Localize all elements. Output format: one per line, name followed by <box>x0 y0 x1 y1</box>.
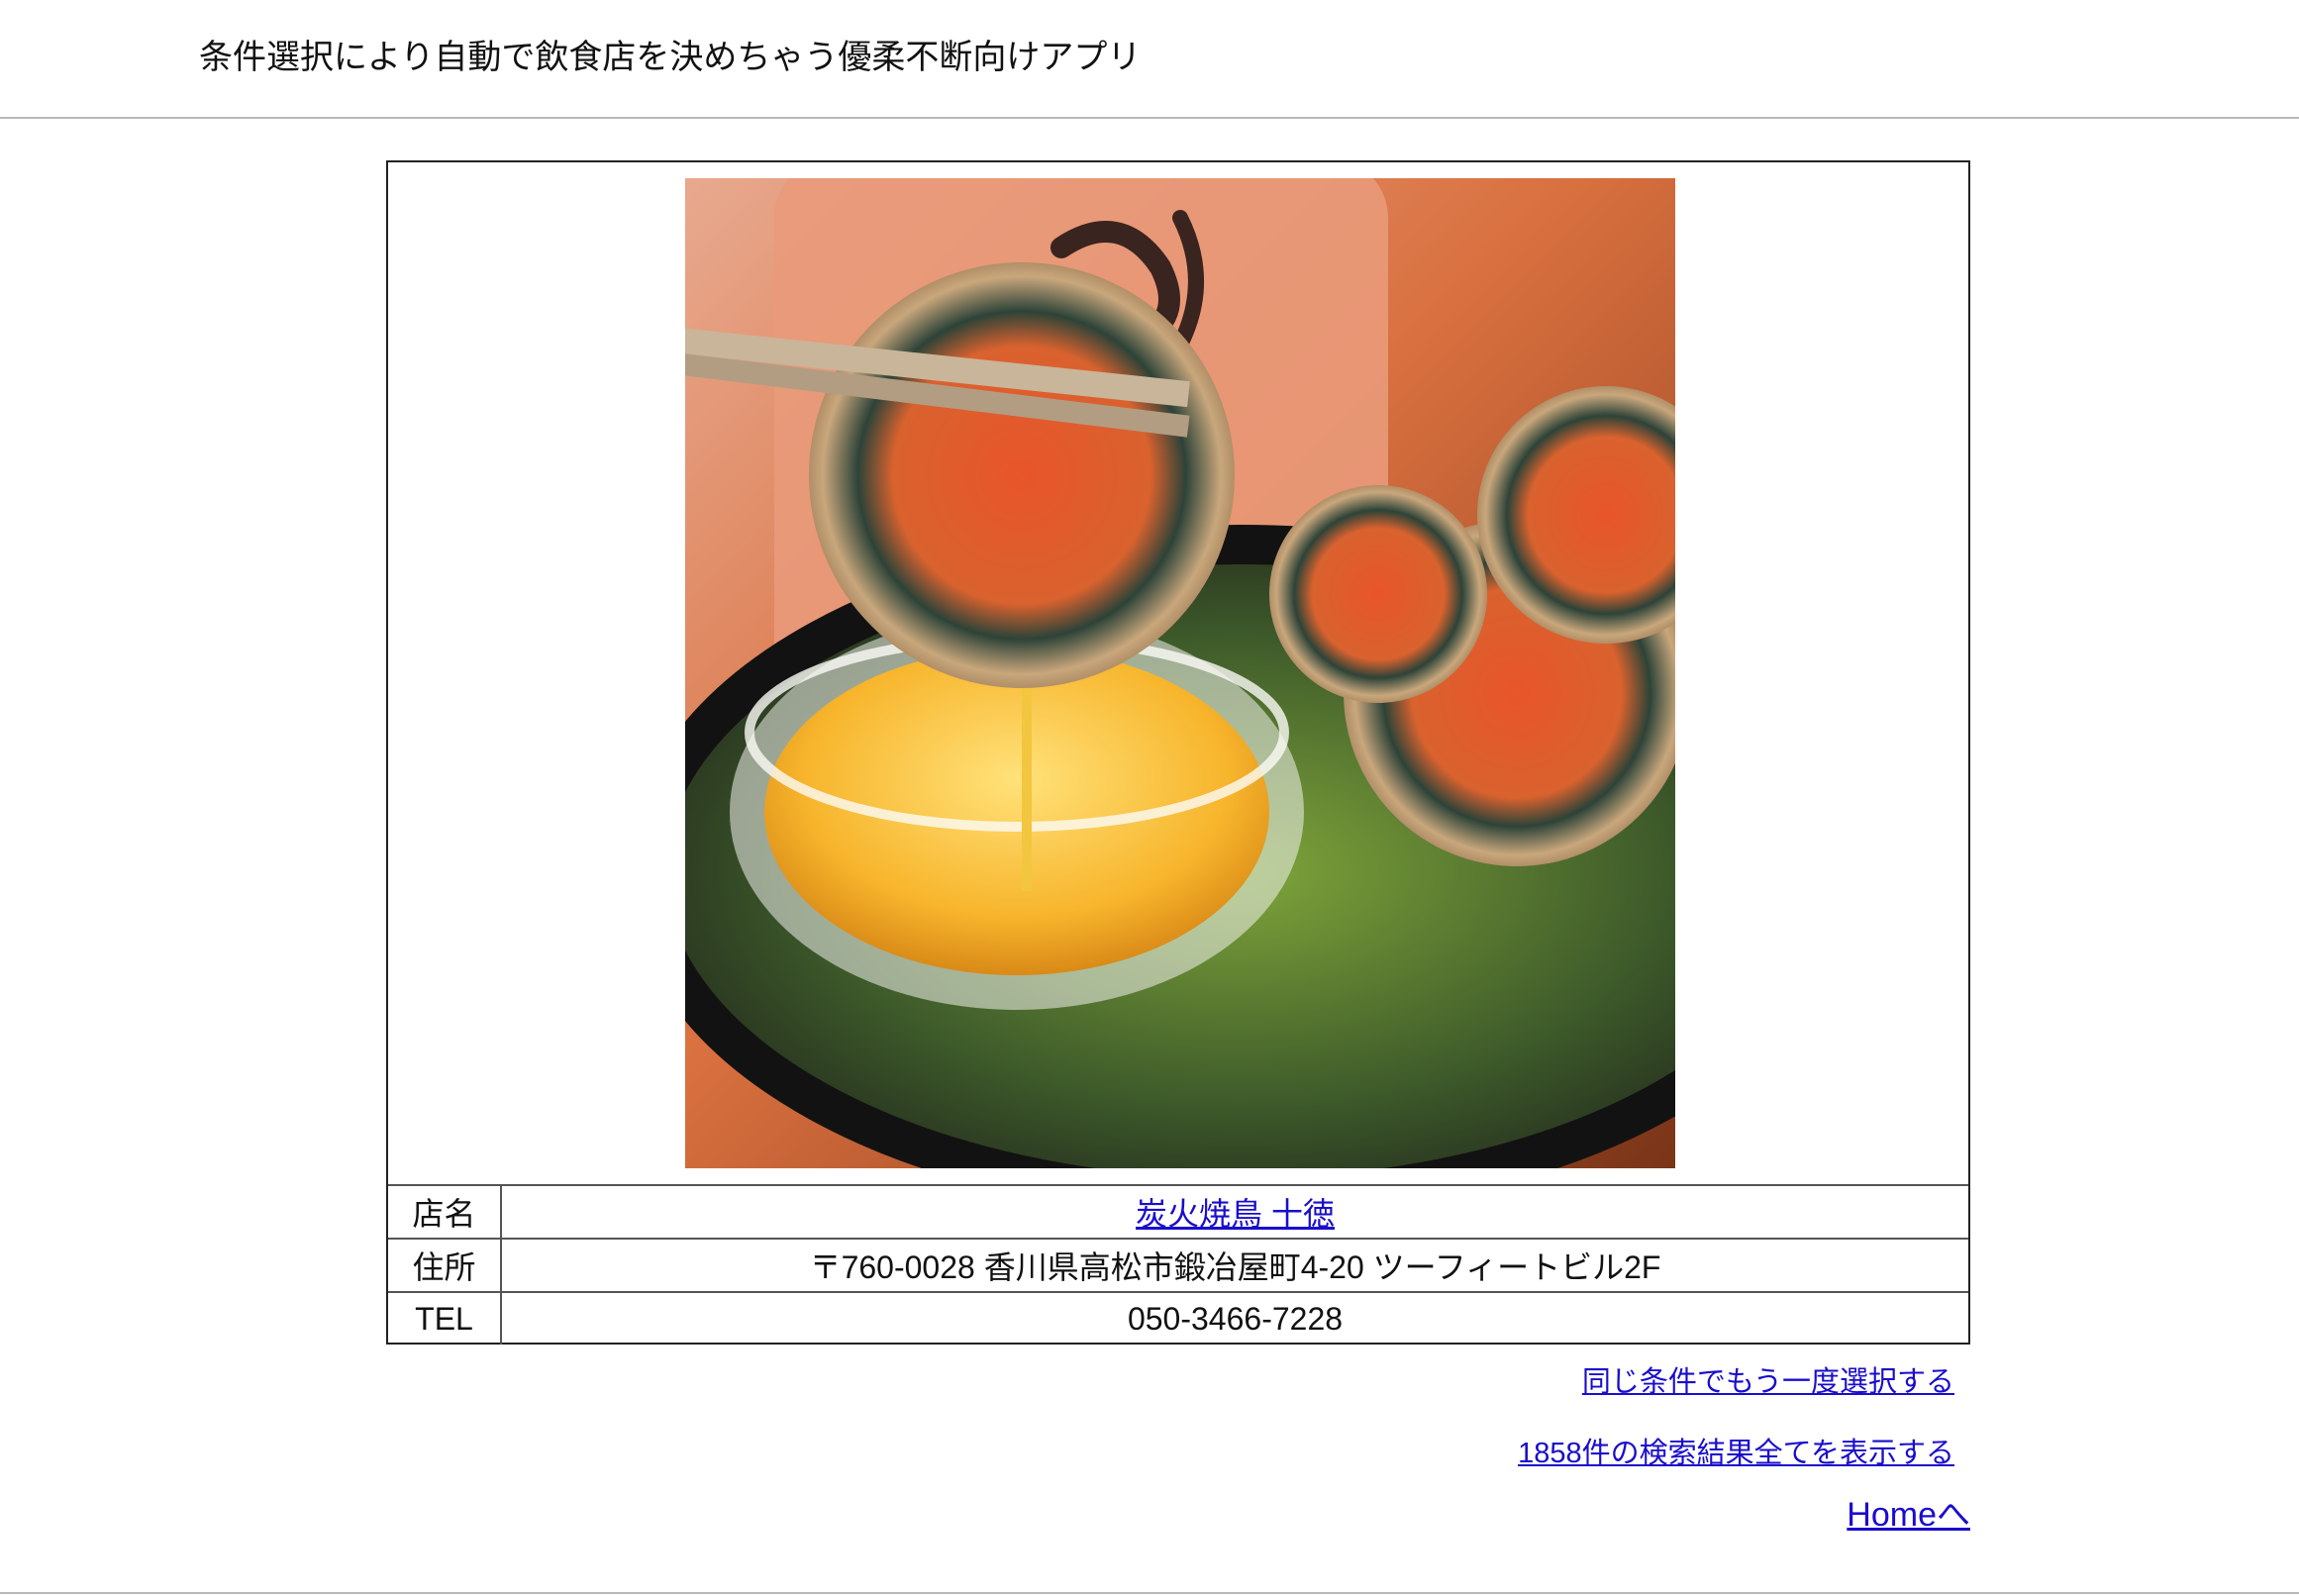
address-label: 住所 <box>388 1238 502 1292</box>
tel-label: TEL <box>388 1291 502 1345</box>
food-photo-illustration <box>685 178 1675 1168</box>
table-row-tel: TEL 050-3466-7228 <box>388 1291 1968 1345</box>
shop-name-label: 店名 <box>388 1184 502 1239</box>
select-again-link[interactable]: 同じ条件でもう一度選択する <box>1582 1366 1954 1398</box>
table-row-name: 店名 炭火焼鳥 十徳 <box>388 1184 1968 1239</box>
address-value: 〒760-0028 香川県高松市鍛冶屋町4-20 ツーフィートビル2F <box>501 1238 1968 1292</box>
show-all-results-link[interactable]: 1858件の検索結果全てを表示する <box>1518 1438 1954 1469</box>
photo-cell <box>388 162 1968 1184</box>
all-results-link-row: 1858件の検索結果全てを表示する <box>1518 1430 1954 1471</box>
shop-name-cell: 炭火焼鳥 十徳 <box>501 1184 1968 1239</box>
app-title: 条件選択により自動で飲食店を決めちゃう優柔不断向けアプリ <box>199 39 1142 76</box>
tel-value: 050-3466-7228 <box>501 1291 1968 1345</box>
home-link-row: Homeへ <box>1847 1487 1970 1536</box>
shop-card: 店名 炭火焼鳥 十徳 住所 〒760-0028 香川県高松市鍛冶屋町4-20 ツ… <box>386 160 1970 1345</box>
again-link-row: 同じ条件でもう一度選択する <box>1582 1358 1954 1400</box>
table-row-address: 住所 〒760-0028 香川県高松市鍛冶屋町4-20 ツーフィートビル2F <box>388 1238 1968 1292</box>
header-bar: 条件選択により自動で飲食店を決めちゃう優柔不断向けアプリ <box>0 0 2299 119</box>
home-link[interactable]: Homeへ <box>1847 1496 1970 1534</box>
shop-info-table: 店名 炭火焼鳥 十徳 住所 〒760-0028 香川県高松市鍛冶屋町4-20 ツ… <box>388 1184 1968 1345</box>
shop-name-link[interactable]: 炭火焼鳥 十徳 <box>1136 1196 1335 1232</box>
food-photo <box>685 178 1675 1168</box>
footer-divider <box>0 1592 2299 1594</box>
